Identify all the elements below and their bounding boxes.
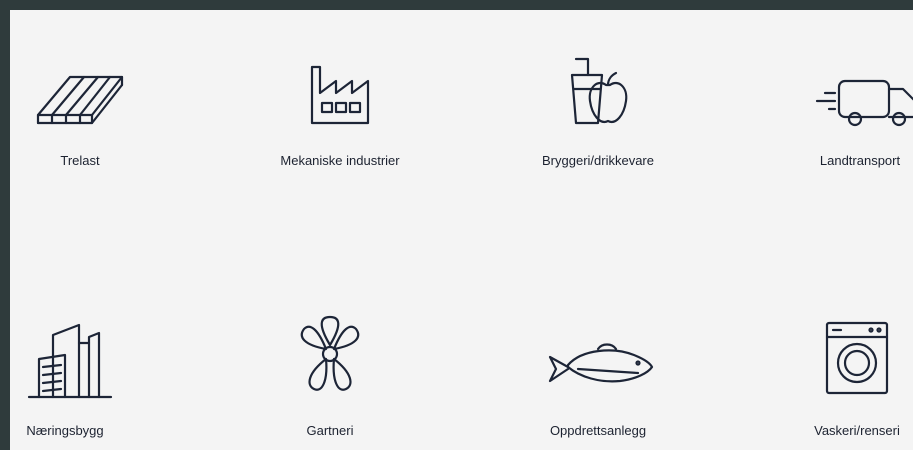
industry-tile-trelast[interactable]: Trelast [10, 55, 180, 175]
washing-machine-icon [825, 321, 889, 395]
industry-label: Gartneri [306, 423, 354, 438]
lumber-icon [36, 75, 124, 125]
fish-icon [548, 343, 654, 383]
drink-apple-icon [570, 57, 628, 125]
flower-icon [300, 315, 360, 391]
factory-icon [310, 65, 370, 125]
industry-label: Mekaniske industrier [280, 153, 400, 168]
industry-tile-gartneri[interactable]: Gartneri [230, 315, 430, 440]
industry-tile-bryggeri-drikkevare[interactable]: Bryggeri/drikkevare [498, 55, 698, 175]
industry-label: Trelast [60, 153, 100, 168]
industry-label: Oppdrettsanlegg [549, 423, 647, 438]
industry-label: Bryggeri/drikkevare [542, 153, 654, 168]
industry-tile-landtransport[interactable]: Landtransport [760, 55, 913, 175]
industry-tile-oppdrettsanlegg[interactable]: Oppdrettsanlegg [498, 335, 698, 440]
industry-tile-naeringsbygg[interactable]: Næringsbygg [10, 315, 165, 440]
commercial-building-icon [27, 323, 113, 399]
industry-tile-vaskeri-renseri[interactable]: Vaskeri/renseri [757, 315, 913, 440]
industry-tile-mekaniske-industrier[interactable]: Mekaniske industrier [240, 55, 440, 175]
truck-icon [815, 79, 913, 127]
industry-label: Landtransport [819, 153, 901, 168]
industry-label: Næringsbygg [26, 423, 104, 438]
industry-label: Vaskeri/renseri [814, 423, 900, 438]
industry-grid: Trelast Mekaniske industrier Bryggeri/dr… [10, 10, 913, 450]
